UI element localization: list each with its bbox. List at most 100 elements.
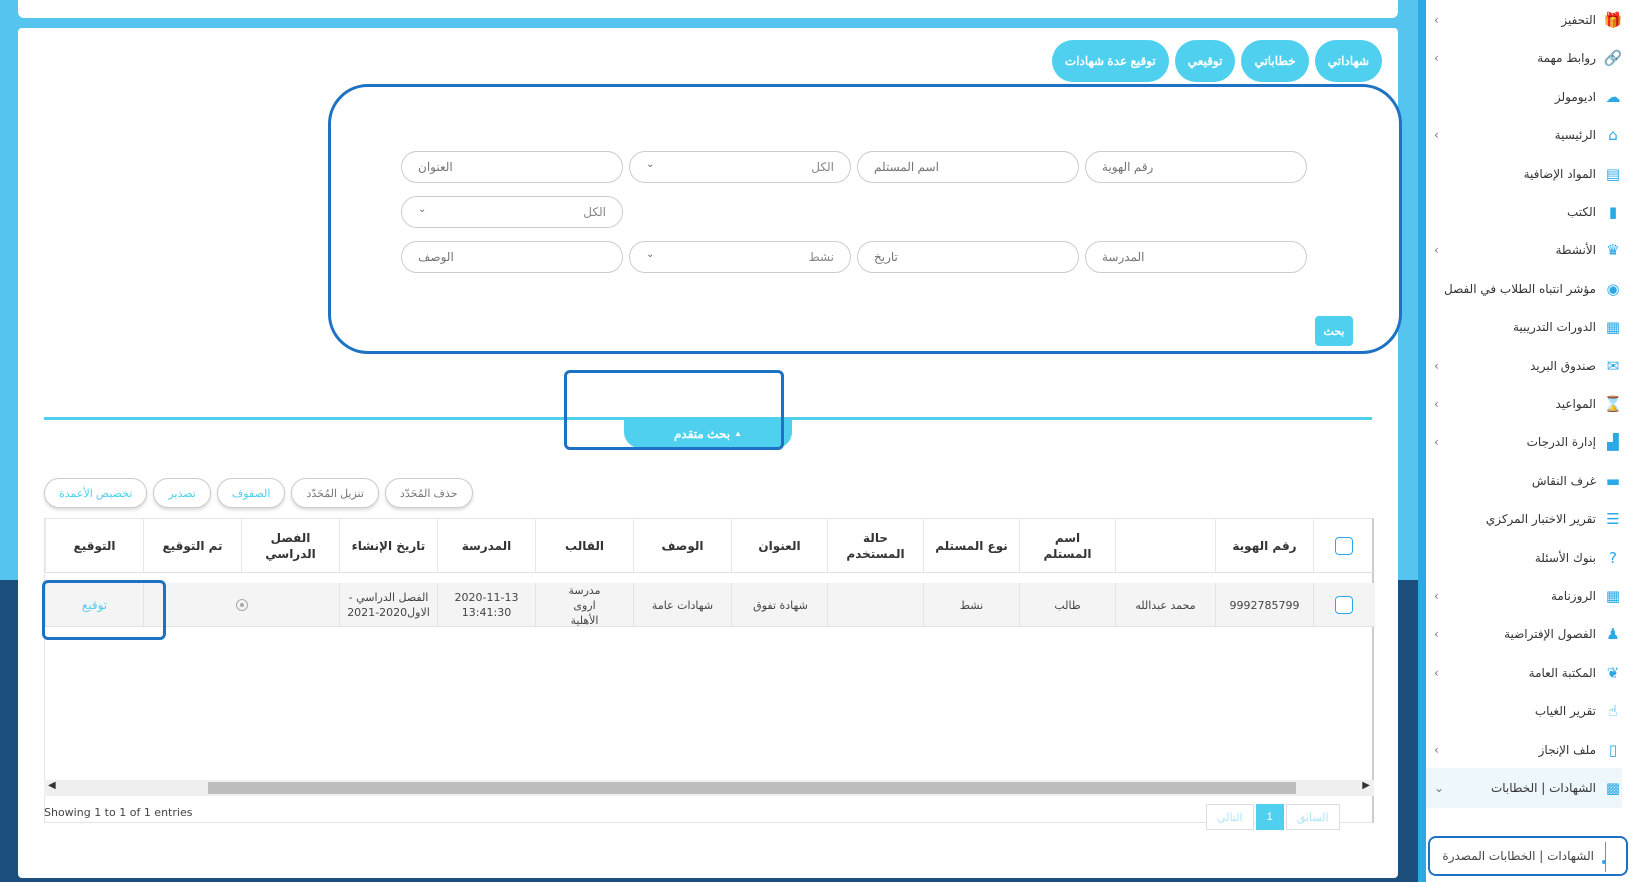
chevron-icon[interactable]: ‹ [1434, 435, 1439, 449]
calendar-icon: ▦ [1605, 587, 1621, 605]
chevron-icon[interactable]: ‹ [1434, 51, 1439, 65]
scrollbar-thumb[interactable] [208, 782, 1296, 794]
chevron-icon[interactable]: ‹ [1434, 589, 1439, 603]
sidebar-item-19[interactable]: تقرير الغياب ☝ [1426, 691, 1622, 731]
sidebar-item-5[interactable]: المواد الإضافية ▤ [1426, 154, 1622, 194]
sidebar-item-14[interactable]: تقرير الاختبار المركزي ☰ [1426, 499, 1622, 539]
pagination-next[interactable]: التالي [1206, 804, 1254, 830]
sidebar-subitem-issued-certificates[interactable]: الشهادات | الخطابات المصدرة [1428, 836, 1628, 876]
sidebar-item-21[interactable]: ⌄ الشهادات | الخطابات ▩ [1426, 768, 1622, 808]
sidebar-item-12[interactable]: ‹ إدارة الدرجات ▟ [1426, 422, 1622, 462]
date-input[interactable] [857, 241, 1079, 273]
export-button[interactable]: تصدير [153, 478, 211, 508]
signed-radio[interactable] [235, 599, 248, 611]
header-title[interactable]: العنوان [731, 519, 827, 573]
row-checkbox[interactable] [1334, 596, 1353, 614]
select-all-checkbox[interactable] [1334, 537, 1353, 555]
cell-template: شهادات عامة [633, 583, 731, 627]
sidebar-item-1[interactable]: ‹ التحفيز 🎁 [1426, 0, 1622, 40]
rows-button[interactable]: الصفوف [216, 478, 286, 508]
qr-icon: ▩ [1605, 779, 1621, 797]
sidebar-item-7[interactable]: ‹ الأنشطة ♛ [1426, 230, 1622, 270]
scroll-left-icon[interactable]: ◀ [48, 780, 56, 791]
chevron-icon[interactable]: ‹ [1434, 243, 1439, 257]
chevron-icon[interactable]: ‹ [1434, 666, 1439, 680]
school-input[interactable] [1085, 241, 1307, 273]
search-button[interactable]: بحث [1315, 316, 1353, 346]
header-id-number[interactable]: رقم الهوية [1215, 519, 1313, 573]
sidebar-item-10[interactable]: ‹ صندوق البريد ✉ [1426, 346, 1622, 386]
pagination-prev[interactable]: السابق [1285, 804, 1340, 830]
delete-selected-button[interactable]: حذف المُحَدّد [384, 478, 473, 508]
sidebar-item-2[interactable]: ‹ روابط مهمة 🔗 [1426, 38, 1622, 78]
header-description[interactable]: الوصف [633, 519, 731, 573]
chevron-icon[interactable]: ‹ [1434, 128, 1439, 142]
tab-my-letters[interactable]: خطاباتي [1241, 40, 1309, 82]
header-signature[interactable]: التوقيع [45, 519, 143, 573]
pagination-page-1[interactable]: 1 [1255, 804, 1284, 830]
grid-icon: ▦ [1605, 318, 1621, 337]
sign-link-highlight [42, 580, 166, 640]
chevron-icon[interactable]: ‹ [1434, 359, 1439, 373]
chevron-icon[interactable]: ‹ [1434, 13, 1439, 27]
leaf-icon: ❦ [1606, 663, 1620, 682]
status-select-value: نشط [808, 250, 834, 264]
customize-columns-button[interactable]: تخصيص الأعمدة [44, 478, 148, 508]
chevron-down-icon: ⌄ [646, 249, 655, 260]
sidebar-item-label: تقرير الغياب [1534, 704, 1596, 719]
sidebar-item-label: غرف النقاش [1531, 473, 1596, 488]
eye-icon: ◉ [1606, 279, 1620, 298]
advanced-search-highlight [564, 370, 784, 450]
chevron-icon[interactable]: ‹ [1434, 397, 1439, 411]
book-icon: ▮ [1608, 203, 1618, 221]
sidebar-subitem-label: الشهادات | الخطابات المصدرة [1442, 849, 1594, 863]
header-school[interactable]: المدرسة [437, 519, 535, 573]
trophy-icon: ♛ [1606, 241, 1620, 260]
chevron-icon[interactable]: ⌄ [1434, 781, 1444, 795]
tab-sign-multiple[interactable]: توقيع عدة شهادات [1051, 40, 1169, 82]
sidebar-item-15[interactable]: بنوك الأسئلة? [1426, 538, 1622, 578]
header-signed[interactable]: تم التوقيع [143, 519, 241, 573]
gift-icon: 🎁 [1603, 11, 1623, 29]
type-select[interactable]: ⌄ الكل [629, 151, 851, 183]
sidebar-item-20[interactable]: ‹ ملف الإنجاز ▯ [1426, 730, 1622, 770]
header-recipient-type[interactable]: نوع المستلم [923, 519, 1019, 573]
chevron-icon[interactable]: ‹ [1434, 627, 1439, 641]
sidebar-item-18[interactable]: ‹ المكتبة العامة ❦ [1426, 653, 1622, 693]
chevron-icon[interactable]: ‹ [1434, 743, 1439, 757]
header-semester[interactable]: الفصل الدراسي [241, 519, 339, 573]
second-select[interactable]: ⌄ الكل [401, 196, 623, 228]
sidebar-item-label: صندوق البريد [1530, 358, 1596, 373]
recipient-name-input[interactable] [857, 151, 1079, 183]
id-number-input[interactable] [1085, 151, 1307, 183]
header-template[interactable]: القالب [535, 519, 633, 573]
status-select[interactable]: ⌄ نشط [629, 241, 851, 273]
title-input[interactable] [401, 151, 623, 183]
sidebar-item-6[interactable]: الكتب ▮ [1426, 192, 1622, 232]
sidebar-item-8[interactable]: مؤشر انتباه الطلاب في الفصل ◉ [1426, 269, 1622, 309]
tab-my-certificates[interactable]: شهاداتي [1314, 40, 1382, 82]
sidebar-item-4[interactable]: ‹ الرئيسية ⌂ [1426, 115, 1622, 155]
sidebar-item-3[interactable]: اديومولز ☁ [1426, 77, 1622, 117]
download-selected-button[interactable]: تنزيل المُحَدّد [291, 478, 379, 508]
header-recipient-name[interactable]: اسم المستلم [1019, 519, 1115, 573]
sidebar-item-label: إدارة الدرجات [1526, 435, 1596, 450]
sidebar-item-11[interactable]: ‹ المواعيد ⌛ [1426, 384, 1622, 424]
sidebar-item-label: المكتبة العامة [1528, 665, 1596, 680]
header-created-at[interactable]: تاريخ الإنشاء [339, 519, 437, 573]
header-user-status[interactable]: حالة المستخدم [827, 519, 923, 573]
sidebar-item-16[interactable]: ‹ الروزنامة ▦ [1426, 576, 1622, 616]
file-icon: ▯ [1608, 740, 1618, 759]
sidebar-item-13[interactable]: غرف النقاش ▬ [1426, 461, 1622, 501]
sidebar-item-9[interactable]: الدورات التدريبية ▦ [1426, 307, 1622, 347]
horizontal-scrollbar[interactable]: ◀ ▶ [44, 780, 1374, 796]
scroll-right-icon[interactable]: ▶ [1362, 780, 1370, 791]
description-input[interactable] [401, 241, 623, 273]
tab-my-signature[interactable]: توقيعي [1174, 40, 1236, 82]
sidebar-item-label: روابط مهمة [1537, 51, 1596, 66]
sidebar-item-label: المواعيد [1555, 397, 1596, 411]
sidebar-item-17[interactable]: ‹ الفصول الإفتراضية ♟ [1426, 614, 1622, 654]
home-icon: ⌂ [1608, 126, 1618, 145]
cell-recipient-type: طالب [1019, 583, 1115, 627]
type-select-value: الكل [811, 160, 834, 174]
